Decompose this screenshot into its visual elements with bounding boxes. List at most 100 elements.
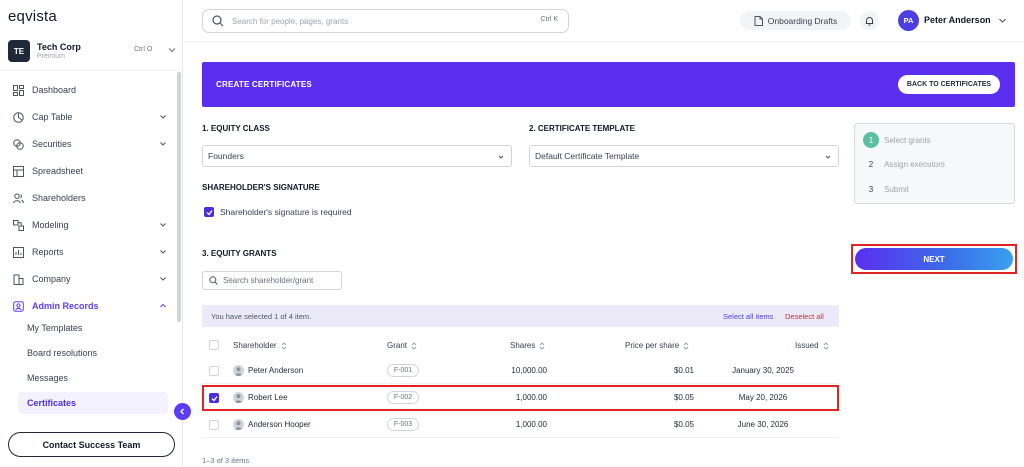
sort-icon: [411, 341, 417, 350]
sidebar-item-securities[interactable]: Securities: [8, 132, 173, 156]
column-header-label: Issued: [795, 341, 819, 350]
sidebar-item-modeling[interactable]: Modeling: [8, 213, 173, 237]
chevron-down-icon[interactable]: [998, 16, 1007, 25]
global-search-input[interactable]: Search for people, pages, grants Ctrl K: [202, 9, 569, 33]
row-shares: 10,000.00: [511, 366, 547, 375]
sidebar-item-label: Modeling: [32, 220, 69, 230]
org-plan: Premium: [37, 53, 66, 60]
deselect-all-link[interactable]: Deselect all: [785, 312, 824, 321]
sidebar-subitem-board-resolutions[interactable]: Board resolutions: [18, 342, 168, 364]
equity-grants-label: 3. EQUITY GRANTS: [202, 249, 277, 258]
chevron-down-icon: [160, 277, 166, 281]
table-row[interactable]: Anderson Hooper F-003 1,000.00 $0.05 Jun…: [202, 412, 839, 438]
dashboard-icon: [12, 84, 24, 96]
step-label: Submit: [884, 184, 909, 194]
step-label: Select grants: [884, 135, 931, 145]
sidebar-subitem-certificates[interactable]: Certificates: [18, 392, 168, 414]
column-header-issued[interactable]: Issued: [795, 341, 829, 350]
top-bar: Search for people, pages, grants Ctrl K …: [184, 0, 1024, 42]
sidebar-item-spreadsheet[interactable]: Spreadsheet: [8, 159, 173, 183]
search-placeholder: Search for people, pages, grants: [232, 16, 349, 26]
step-number: 1: [863, 132, 879, 148]
sidebar-item-company[interactable]: Company: [8, 267, 173, 291]
table-row[interactable]: Peter Anderson F-001 10,000.00 $0.01 Jan…: [202, 358, 839, 384]
shareholder-signature-label: SHAREHOLDER'S SIGNATURE: [202, 183, 320, 192]
row-price: $0.01: [673, 366, 694, 375]
select-all-checkbox[interactable]: [209, 340, 219, 350]
sidebar-subitem-my-templates[interactable]: My Templates: [18, 317, 168, 339]
row-price: $0.05: [673, 420, 694, 429]
column-header-shares[interactable]: Shares: [510, 341, 545, 350]
users-icon: [12, 192, 24, 204]
step-select-grants: 1 Select grants: [863, 132, 931, 148]
row-checkbox[interactable]: [209, 366, 219, 376]
column-header-label: Shareholder: [233, 341, 277, 350]
column-header-price-per-share[interactable]: Price per share: [625, 341, 689, 350]
sidebar-item-admin-records[interactable]: Admin Records: [8, 294, 173, 318]
user-name[interactable]: Peter Anderson: [924, 15, 991, 25]
check-icon: [211, 395, 218, 401]
table-row-selected[interactable]: Robert Lee F-002 1,000.00 $0.05 May 20, …: [202, 385, 839, 411]
equity-class-value: Founders: [208, 151, 244, 161]
selection-bar: You have selected 1 of 4 item. Select al…: [202, 305, 839, 327]
grant-search-input[interactable]: Search shareholder/grant: [202, 271, 342, 290]
chevron-down-icon: [160, 250, 166, 254]
step-submit: 3 Submit: [863, 181, 909, 197]
sidebar: eqvista TE Tech Corp Premium Ctrl O Dash…: [0, 0, 183, 467]
signature-required-checkbox[interactable]: [204, 207, 214, 217]
check-icon: [206, 209, 213, 215]
search-icon: [209, 276, 218, 285]
notifications-button[interactable]: [860, 11, 879, 30]
next-button[interactable]: NEXT: [855, 248, 1013, 270]
wizard-steps-panel: 1 Select grants 2 Assign executors 3 Sub…: [854, 123, 1015, 204]
onboarding-drafts-button[interactable]: Onboarding Drafts: [740, 11, 851, 30]
sidebar-item-shareholders[interactable]: Shareholders: [8, 186, 173, 210]
select-all-link[interactable]: Select all items: [723, 312, 773, 321]
sort-icon: [823, 341, 828, 350]
sidebar-item-label: Dashboard: [32, 85, 77, 95]
sidebar-item-label: Cap Table: [32, 112, 73, 122]
page-title: CREATE CERTIFICATES: [216, 80, 312, 89]
equity-class-select[interactable]: Founders: [202, 145, 512, 167]
signature-required-row[interactable]: Shareholder's signature is required: [204, 207, 352, 217]
certificate-template-value: Default Certificate Template: [535, 151, 640, 161]
column-header-shareholder[interactable]: Shareholder: [233, 341, 287, 350]
org-name: Tech Corp: [37, 42, 81, 52]
avatar: [233, 365, 244, 376]
row-checkbox[interactable]: [209, 393, 219, 403]
admin-records-icon: [12, 300, 24, 312]
row-checkbox[interactable]: [209, 420, 219, 430]
sidebar-item-dashboard[interactable]: Dashboard: [8, 78, 173, 102]
column-header-grant[interactable]: Grant: [387, 341, 417, 350]
contact-success-team-button[interactable]: Contact Success Team: [8, 432, 175, 457]
sidebar-item-reports[interactable]: Reports: [8, 240, 173, 264]
company-icon: [12, 273, 24, 285]
chevron-down-icon: [168, 48, 176, 53]
certificate-template-label: 2. CERTIFICATE TEMPLATE: [529, 124, 635, 133]
chevron-up-icon: [160, 303, 166, 308]
user-avatar[interactable]: PA: [898, 10, 919, 31]
app-logo[interactable]: eqvista: [8, 8, 57, 25]
step-number: 2: [868, 159, 874, 169]
org-switcher[interactable]: TE Tech Corp Premium Ctrl O: [8, 40, 178, 64]
collapse-sidebar-button[interactable]: [174, 403, 191, 420]
bell-icon: [865, 16, 874, 25]
securities-icon: [12, 138, 24, 150]
row-price: $0.05: [673, 393, 694, 402]
sidebar-item-label: Spreadsheet: [32, 166, 84, 176]
sidebar-item-label: Securities: [32, 139, 72, 149]
signature-required-label: Shareholder's signature is required: [220, 207, 352, 217]
certificate-template-select[interactable]: Default Certificate Template: [529, 145, 839, 167]
table-item-count: 1–3 of 3 items: [202, 456, 250, 465]
sidebar-scrollbar[interactable]: [177, 72, 181, 322]
sort-icon: [281, 341, 286, 350]
chevron-down-icon: [160, 115, 166, 119]
step-number: 3: [868, 184, 874, 194]
sidebar-item-label: Reports: [32, 247, 64, 257]
row-shares: 1,000.00: [515, 393, 547, 402]
back-to-certificates-button[interactable]: BACK TO CERTIFICATES: [898, 75, 1000, 94]
sidebar-subitem-messages[interactable]: Messages: [18, 367, 168, 389]
row-grant-badge: F-002: [387, 391, 419, 404]
sidebar-item-cap-table[interactable]: Cap Table: [8, 105, 173, 129]
row-shareholder: Robert Lee: [248, 393, 288, 402]
